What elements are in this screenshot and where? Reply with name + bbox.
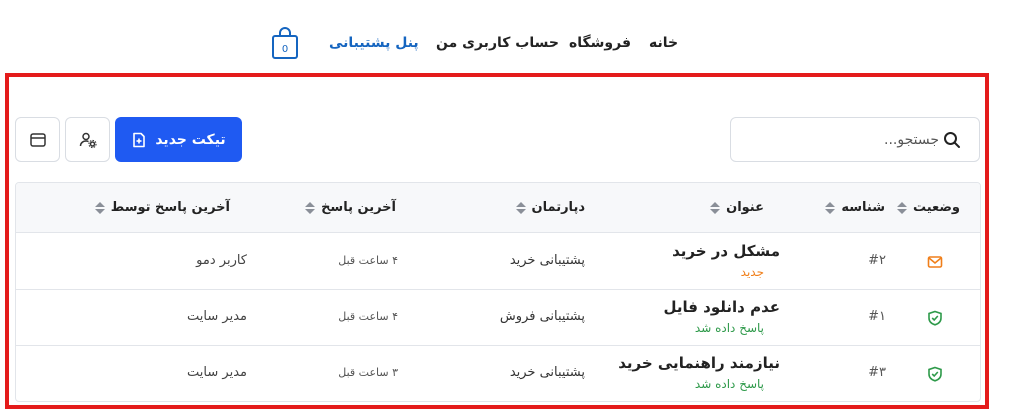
ticket-title[interactable]: مشکل در خرید (672, 242, 780, 260)
nav-support-panel[interactable]: پنل پشتیبانی (329, 35, 419, 51)
ticket-department: پشتیبانی فروش (499, 309, 585, 324)
header-title[interactable]: عنوان (710, 200, 764, 215)
svg-text:0: 0 (282, 44, 288, 55)
shield-check-icon (928, 366, 942, 382)
nav-shop[interactable]: فروشگاه (569, 35, 631, 51)
user-gear-icon (79, 132, 97, 148)
ticket-id: #۱ (868, 309, 886, 324)
sort-icon (305, 201, 316, 214)
tickets-table: وضعیت شناسه عنوان دپارتمان آخرین پاسخ آخ… (15, 182, 981, 402)
header-last-reply-label: آخرین پاسخ (321, 200, 396, 215)
sort-icon (94, 201, 105, 214)
ticket-last-reply: ۴ ساعت قبل (338, 310, 398, 323)
table-row[interactable]: #۲ مشکل در خرید جدید پشتیبانی خرید ۴ ساع… (16, 234, 980, 290)
ticket-title[interactable]: نیازمند راهنمایی خرید (618, 354, 780, 372)
ticket-status-text: جدید (740, 265, 764, 279)
table-header: وضعیت شناسه عنوان دپارتمان آخرین پاسخ آخ… (16, 183, 980, 233)
ticket-status-text: پاسخ داده شد (694, 321, 764, 335)
table-row[interactable]: #۱ عدم دانلود فایل پاسخ داده شد پشتیبانی… (16, 290, 980, 346)
sort-icon (710, 201, 721, 214)
shopping-bag-icon[interactable]: 0 (270, 26, 300, 60)
ticket-id: #۳ (868, 365, 886, 380)
top-navigation: خانه فروشگاه حساب کاربری من پنل پشتیبانی… (0, 24, 1017, 66)
header-last-reply-by[interactable]: آخرین پاسخ توسط (94, 200, 230, 215)
header-status[interactable]: وضعیت (896, 200, 960, 215)
nav-my-account[interactable]: حساب کاربری من (436, 35, 559, 51)
header-id-label: شناسه (841, 200, 885, 215)
sort-icon (896, 201, 907, 214)
ticket-last-reply-by: کاربر دمو (196, 253, 247, 268)
envelope-icon (927, 256, 943, 268)
new-ticket-button[interactable]: تیکت جدید (115, 117, 242, 162)
ticket-id: #۲ (868, 253, 886, 268)
ticket-last-reply: ۴ ساعت قبل (338, 254, 398, 267)
header-title-label: عنوان (726, 200, 764, 215)
search-box[interactable] (730, 117, 980, 162)
file-plus-icon (133, 132, 146, 147)
header-department[interactable]: دپارتمان (515, 200, 586, 215)
ticket-last-reply-by: مدیر سایت (187, 309, 247, 324)
search-input[interactable] (739, 124, 939, 155)
header-department-label: دپارتمان (531, 200, 586, 215)
user-settings-button[interactable] (65, 117, 110, 162)
layout-columns-icon (29, 132, 46, 147)
header-status-label: وضعیت (912, 200, 960, 215)
ticket-last-reply-by: مدیر سایت (187, 365, 247, 380)
sort-icon (825, 201, 836, 214)
header-id[interactable]: شناسه (825, 200, 885, 215)
columns-toggle-button[interactable] (15, 117, 60, 162)
header-last-reply[interactable]: آخرین پاسخ (305, 200, 396, 215)
shield-check-icon (928, 310, 942, 326)
search-icon (944, 132, 960, 148)
ticket-department: پشتیبانی خرید (509, 365, 585, 380)
sort-icon (515, 201, 526, 214)
new-ticket-label: تیکت جدید (155, 131, 226, 148)
table-row[interactable]: #۳ نیازمند راهنمایی خرید پاسخ داده شد پش… (16, 346, 980, 401)
ticket-department: پشتیبانی خرید (509, 253, 585, 268)
ticket-status-text: پاسخ داده شد (694, 377, 764, 391)
ticket-title[interactable]: عدم دانلود فایل (663, 298, 780, 316)
header-last-reply-by-label: آخرین پاسخ توسط (110, 200, 230, 215)
nav-home[interactable]: خانه (649, 35, 678, 51)
ticket-last-reply: ۳ ساعت قبل (338, 366, 398, 379)
